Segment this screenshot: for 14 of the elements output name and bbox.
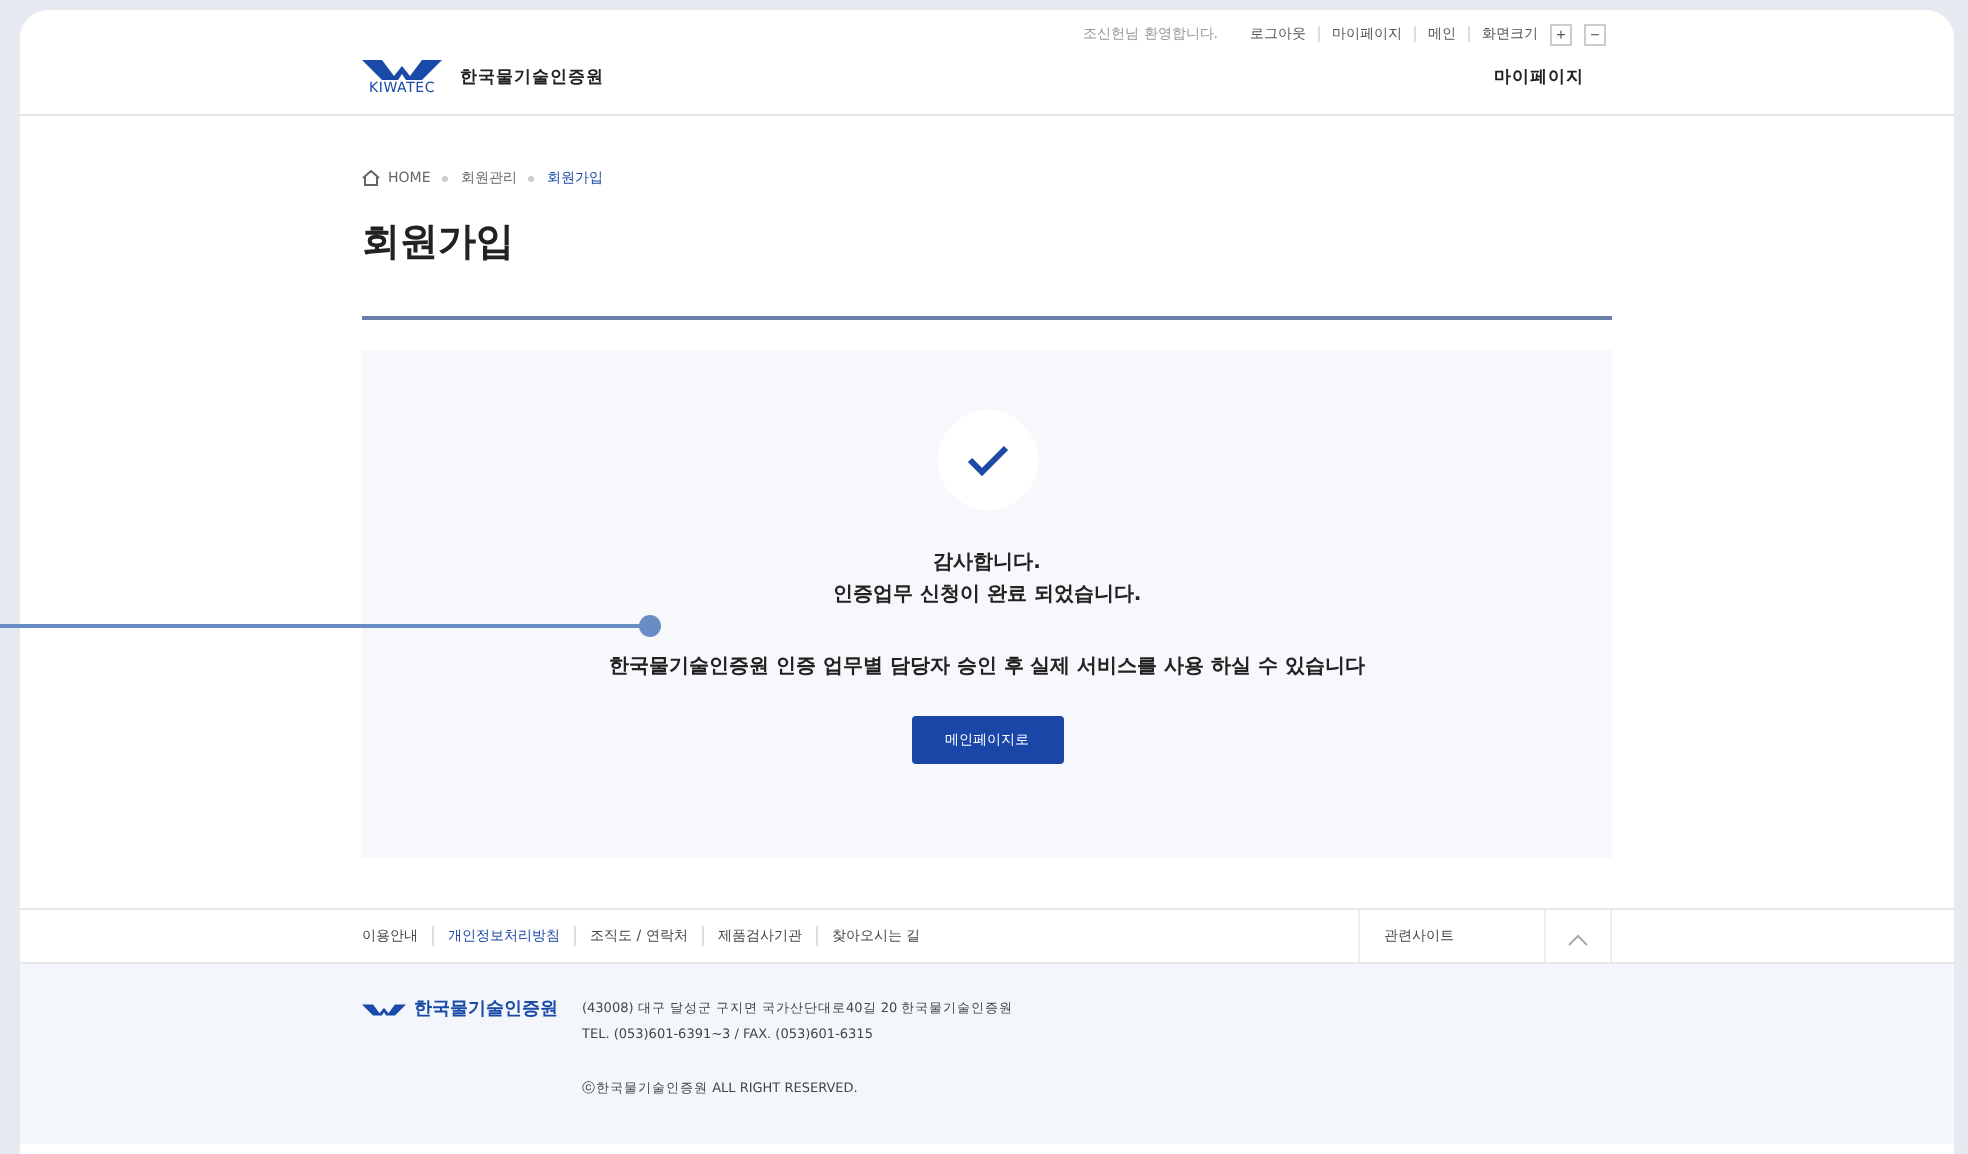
page-title: 회원가입 — [362, 218, 516, 268]
footer-org-name: 한국물기술인증원 — [414, 998, 558, 1022]
footer-logo-icon — [362, 1001, 406, 1017]
completion-message: 감사합니다. 인증업무 신청이 완료 되었습니다. — [832, 550, 1142, 610]
chevron-up-icon — [1568, 933, 1588, 945]
zoom-in-button[interactable]: + — [1550, 23, 1572, 45]
logo-icon — [362, 60, 442, 80]
zoom-out-button[interactable]: − — [1584, 23, 1606, 45]
check-icon — [937, 410, 1037, 510]
home-icon — [362, 170, 380, 186]
scroll-top-button[interactable] — [1544, 910, 1612, 962]
approval-note: 한국물기술인증원 인증 업무별 담당자 승인 후 실제 서비스를 사용 하실 수 있습니다 — [608, 654, 1366, 680]
nav-link[interactable]: 마이페이지 — [1494, 66, 1584, 90]
site-name[interactable]: 한국물기술인증원 — [460, 66, 604, 90]
